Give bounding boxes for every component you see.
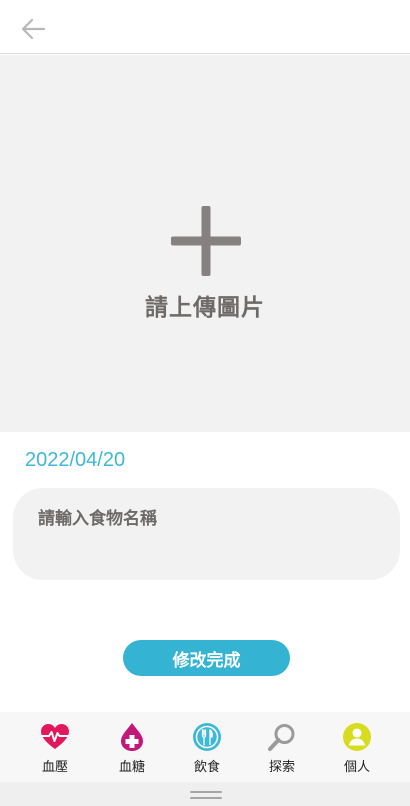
nav-label: 血壓 bbox=[41, 760, 68, 775]
entry-date: 2022/04/20 bbox=[25, 449, 126, 471]
user-icon bbox=[343, 723, 371, 751]
nav-label: 個人 bbox=[343, 760, 370, 775]
plus-icon bbox=[171, 206, 241, 276]
fork-knife-icon bbox=[193, 723, 221, 751]
arrow-left-icon[interactable] bbox=[18, 15, 48, 43]
nav-label: 飲食 bbox=[193, 760, 220, 775]
search-icon bbox=[268, 724, 295, 751]
upload-label: 請上傳圖片 bbox=[145, 295, 265, 321]
home-indicator-icon[interactable] bbox=[190, 791, 222, 799]
food-name-input[interactable] bbox=[13, 488, 400, 580]
nav-item-blood-pressure[interactable]: 血壓 bbox=[25, 722, 85, 780]
heart-pulse-icon bbox=[41, 724, 69, 749]
done-button[interactable]: 修改完成 bbox=[123, 640, 290, 676]
bottom-nav: 血壓 血糖 飲食 探索 個人 bbox=[0, 712, 410, 782]
blood-drop-plus-icon bbox=[121, 723, 143, 751]
top-bar bbox=[0, 0, 410, 54]
nav-label: 血糖 bbox=[118, 760, 145, 775]
nav-item-diet[interactable]: 飲食 bbox=[177, 722, 237, 780]
home-bar bbox=[0, 782, 410, 806]
nav-label: 探索 bbox=[268, 760, 295, 775]
nav-item-blood-sugar[interactable]: 血糖 bbox=[102, 722, 162, 780]
image-upload-area[interactable]: 請上傳圖片 bbox=[0, 55, 410, 432]
nav-item-explore[interactable]: 探索 bbox=[252, 722, 312, 780]
nav-item-profile[interactable]: 個人 bbox=[327, 722, 387, 780]
